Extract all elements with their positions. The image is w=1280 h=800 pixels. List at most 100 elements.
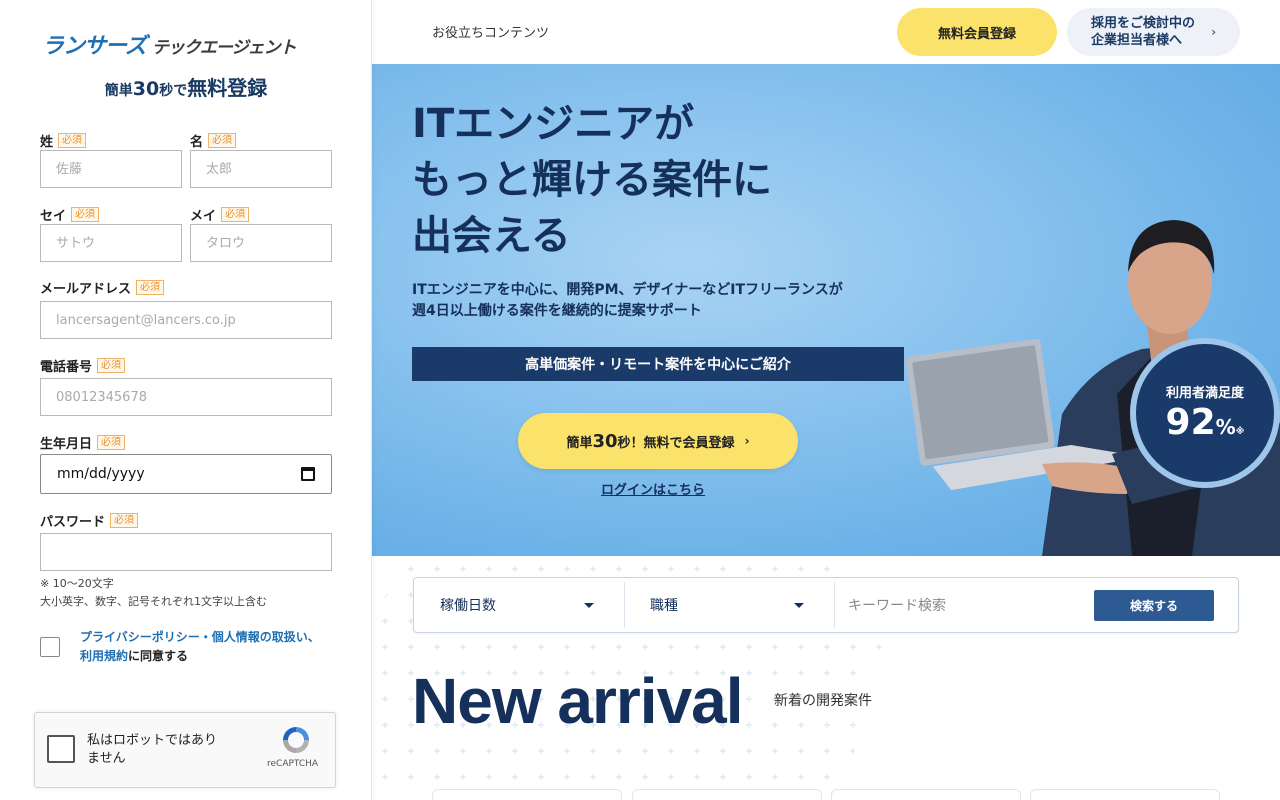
required-badge: 必須 [71, 207, 100, 222]
birthday-label: 生年月日 必須 [40, 433, 126, 452]
label-text: パスワード [40, 515, 106, 530]
badge-label: 利用者満足度 [1165, 386, 1244, 401]
agree-text: プライバシーポリシー・個人情報の取扱い、 利用規約に同意する [80, 628, 320, 666]
registration-sidebar: ランサーズ テックエージェント 簡単30秒で無料登録 姓必須 名必須 セイ必須 … [0, 0, 372, 800]
login-link[interactable]: ログインはこちら [601, 479, 705, 498]
recaptcha-text-line: 私はロボットではあり [87, 733, 218, 748]
recaptcha-checkbox[interactable] [47, 735, 75, 763]
chevron-right-icon: › [744, 434, 750, 448]
first-name-input[interactable] [190, 150, 332, 188]
nav-useful-content[interactable]: お役立ちコンテンツ [432, 22, 549, 41]
headline-line: 出会える [412, 213, 571, 259]
select-value: 稼働日数 [440, 598, 496, 614]
required-badge: 必須 [110, 513, 139, 528]
required-badge: 必須 [136, 280, 165, 295]
keyword-search-input[interactable]: キーワード検索 [848, 578, 946, 632]
label-text: 姓 [40, 135, 54, 150]
new-arrival-title: New arrival [412, 665, 744, 737]
last-name-input[interactable] [40, 150, 182, 188]
new-arrival-subtitle: 新着の開発案件 [774, 693, 872, 709]
job-type-select[interactable]: 職種 [624, 578, 834, 632]
corporate-button[interactable]: 採用をご検討中の 企業担当者様へ › [1067, 8, 1240, 56]
badge-value: 92%※ [1136, 402, 1274, 443]
sidebar-tagline: 簡単30秒で無料登録 [0, 72, 372, 101]
label-text: 電話番号 [40, 360, 93, 375]
hero-headline: ITエンジニアが もっと輝ける案件に 出会える [412, 96, 772, 264]
recaptcha-logo-icon [283, 727, 309, 753]
label-text: メイ [190, 209, 217, 224]
badge-unit: % [1215, 415, 1236, 439]
satisfaction-badge: 利用者満足度 92%※ [1130, 338, 1280, 488]
first-kana-label: メイ 必須 [190, 205, 250, 224]
required-badge: 必須 [208, 133, 237, 148]
work-days-select[interactable]: 稼働日数 [414, 578, 624, 632]
chevron-right-icon: › [1211, 25, 1216, 39]
email-input[interactable] [40, 301, 332, 339]
last-kana-label: セイ 必須 [40, 205, 100, 224]
badge-number: 92 [1165, 402, 1216, 443]
label-text: メールアドレス [40, 282, 132, 297]
terms-link[interactable]: 利用規約 [80, 649, 128, 663]
recaptcha-text: 私はロボットではあり ません [87, 732, 217, 768]
logo-sub: テックエージェント [151, 38, 297, 58]
password-label: パスワード 必須 [40, 511, 139, 530]
agree-checkbox[interactable] [40, 637, 60, 657]
agree-suffix: に同意する [128, 649, 189, 663]
description-line: 週4日以上働ける案件を継続的に提案サポート [412, 303, 702, 319]
caret-down-icon [794, 603, 804, 608]
logo-brand: ランサーズ [42, 34, 147, 59]
headline-line: ITエンジニアが [412, 101, 695, 147]
job-card[interactable] [831, 789, 1021, 800]
select-value: 職種 [650, 598, 678, 614]
hero-register-button[interactable]: 簡単 30 秒！無料で会員登録 › [518, 413, 798, 469]
free-register-button[interactable]: 無料会員登録 [897, 8, 1057, 56]
logo[interactable]: ランサーズ テックエージェント [42, 28, 297, 59]
calendar-icon[interactable] [301, 467, 315, 481]
tagline-emphasis: 無料登録 [187, 76, 268, 100]
password-input[interactable] [40, 533, 332, 571]
description-line: ITエンジニアを中心に、開発PM、デザイナーなどITフリーランスが [412, 282, 843, 298]
last-name-label: 姓必須 [40, 131, 87, 150]
divider [834, 582, 835, 628]
password-note-line: 大小英字、数字、記号それぞれ1文字以上含む [40, 595, 267, 608]
job-card[interactable] [432, 789, 622, 800]
headline-line: もっと輝ける案件に [412, 157, 772, 203]
corp-button-line: 採用をご検討中の [1091, 16, 1196, 31]
job-card[interactable] [632, 789, 822, 800]
phone-input[interactable] [40, 378, 332, 416]
job-search-bar: 稼働日数 職種 キーワード検索 検索する [413, 577, 1239, 633]
badge-note: ※ [1235, 427, 1245, 437]
recaptcha-text-line: ません [87, 751, 126, 766]
required-badge: 必須 [221, 207, 250, 222]
corp-button-line: 企業担当者様へ [1091, 33, 1183, 48]
email-label: メールアドレス 必須 [40, 278, 165, 297]
hero-section: ITエンジニアが もっと輝ける案件に 出会える ITエンジニアを中心に、開発PM… [372, 64, 1280, 556]
last-kana-input[interactable] [40, 224, 182, 262]
hero-description: ITエンジニアを中心に、開発PM、デザイナーなどITフリーランスが 週4日以上働… [412, 280, 843, 322]
tagline-text: 簡単 [104, 83, 133, 99]
hero-band: 高単価案件・リモート案件を中心にご紹介 [412, 347, 904, 381]
birthday-date-input[interactable]: mm/dd/yyyy [40, 454, 332, 494]
label-text: 生年月日 [40, 437, 93, 452]
cta-number: 30 [592, 430, 618, 452]
date-value: mm/dd/yyyy [57, 466, 145, 482]
required-badge: 必須 [97, 358, 126, 373]
password-note: ※ 10〜20文字 大小英字、数字、記号それぞれ1文字以上含む [40, 575, 267, 611]
phone-label: 電話番号 必須 [40, 356, 126, 375]
required-badge: 必須 [58, 133, 87, 148]
job-card[interactable] [1030, 789, 1220, 800]
first-kana-input[interactable] [190, 224, 332, 262]
first-name-label: 名必須 [190, 131, 237, 150]
recaptcha-widget: 私はロボットではあり ません reCAPTCHA [34, 712, 336, 788]
recaptcha-brand: reCAPTCHA [267, 759, 319, 769]
required-badge: 必須 [97, 435, 126, 450]
cta-text: 秒！無料で会員登録 [617, 435, 735, 451]
caret-down-icon [584, 603, 594, 608]
label-text: 名 [190, 135, 204, 150]
tagline-text: 秒で [159, 83, 188, 99]
top-header: お役立ちコンテンツ 無料会員登録 採用をご検討中の 企業担当者様へ › [372, 0, 1280, 64]
cta-text: 簡単 [566, 435, 593, 451]
search-button[interactable]: 検索する [1094, 590, 1214, 621]
privacy-policy-link[interactable]: プライバシーポリシー・個人情報の取扱い、 [80, 630, 320, 644]
label-text: セイ [40, 209, 67, 224]
